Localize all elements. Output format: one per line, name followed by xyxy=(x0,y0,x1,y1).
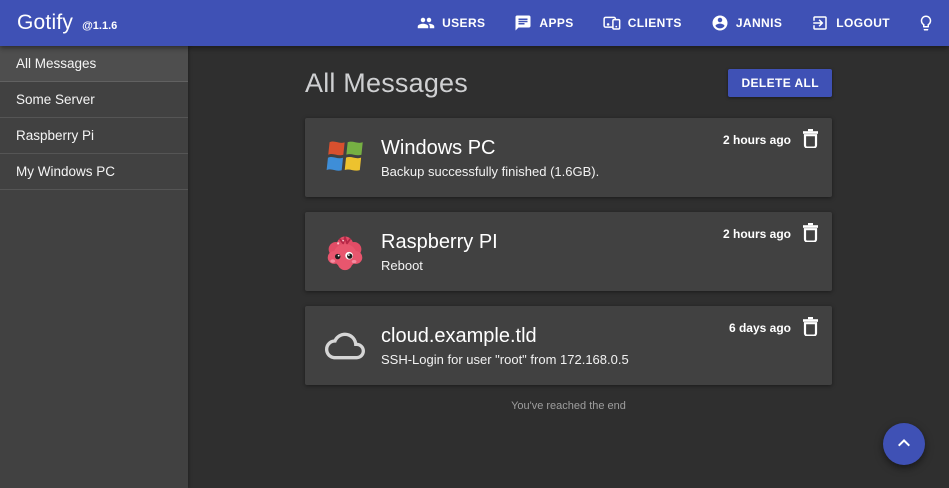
nav-users-label: USERS xyxy=(442,16,485,30)
sidebar: All Messages Some Server Raspberry Pi My… xyxy=(0,46,188,488)
windows-logo-icon xyxy=(325,138,365,178)
message-card-windows-pc: Windows PC Backup successfully finished … xyxy=(305,118,832,197)
sidebar-item-all-messages[interactable]: All Messages xyxy=(0,46,188,82)
cloud-icon xyxy=(325,326,365,366)
message-body: Backup successfully finished (1.6GB). xyxy=(381,163,599,180)
nav-clients-button[interactable]: CLIENTS xyxy=(603,14,682,32)
nav-clients-label: CLIENTS xyxy=(628,16,682,30)
message-body: Reboot xyxy=(381,257,498,274)
brand: Gotify @1.1.6 xyxy=(17,11,117,35)
sidebar-item-label: Some Server xyxy=(16,92,95,107)
app-version: @1.1.6 xyxy=(82,20,117,32)
users-icon xyxy=(417,14,435,32)
message-timestamp: 2 hours ago xyxy=(723,225,791,243)
account-circle-icon xyxy=(711,14,729,32)
chevron-up-icon xyxy=(892,431,916,458)
message-app-title: Windows PC xyxy=(381,135,599,161)
top-navigation: USERS APPS CLIENTS xyxy=(417,14,890,32)
trash-icon xyxy=(802,223,819,245)
gotify-app: Gotify @1.1.6 USERS APPS xyxy=(0,0,949,488)
delete-message-button[interactable] xyxy=(802,129,819,151)
apps-chat-icon xyxy=(514,14,532,32)
app-title: Gotify xyxy=(17,11,73,35)
delete-message-button[interactable] xyxy=(802,317,819,339)
message-timestamp: 2 hours ago xyxy=(723,131,791,149)
sidebar-item-label: Raspberry Pi xyxy=(16,128,94,143)
message-card-raspberry-pi: Raspberry PI Reboot 2 hours ago xyxy=(305,212,832,291)
top-app-bar: Gotify @1.1.6 USERS APPS xyxy=(0,0,949,46)
message-body: SSH-Login for user "root" from 172.168.0… xyxy=(381,351,629,368)
main-content: All Messages DELETE ALL W xyxy=(188,46,949,488)
message-app-title: Raspberry PI xyxy=(381,229,498,255)
logout-icon xyxy=(811,14,829,32)
raspberry-icon xyxy=(325,232,365,272)
sidebar-item-some-server[interactable]: Some Server xyxy=(0,82,188,118)
nav-logout-label: LOGOUT xyxy=(836,16,890,30)
message-card-cloud: cloud.example.tld SSH-Login for user "ro… xyxy=(305,306,832,385)
nav-username-label: JANNIS xyxy=(736,16,782,30)
trash-icon xyxy=(802,317,819,339)
sidebar-item-raspberry-pi[interactable]: Raspberry Pi xyxy=(0,118,188,154)
message-app-title: cloud.example.tld xyxy=(381,323,629,349)
delete-all-button[interactable]: DELETE ALL xyxy=(728,69,832,97)
sidebar-item-label: My Windows PC xyxy=(16,164,115,179)
theme-toggle-button[interactable] xyxy=(917,14,935,32)
trash-icon xyxy=(802,129,819,151)
message-timestamp: 6 days ago xyxy=(729,319,791,337)
page-header: All Messages DELETE ALL xyxy=(305,60,832,106)
nav-apps-button[interactable]: APPS xyxy=(514,14,573,32)
nav-logout-button[interactable]: LOGOUT xyxy=(811,14,890,32)
clients-devices-icon xyxy=(603,14,621,32)
nav-apps-label: APPS xyxy=(539,16,573,30)
sidebar-item-label: All Messages xyxy=(16,56,96,71)
nav-user-account-button[interactable]: JANNIS xyxy=(711,14,782,32)
delete-message-button[interactable] xyxy=(802,223,819,245)
scroll-to-top-button[interactable] xyxy=(883,423,925,465)
lightbulb-icon xyxy=(917,14,935,32)
sidebar-item-my-windows-pc[interactable]: My Windows PC xyxy=(0,154,188,190)
page-title: All Messages xyxy=(305,68,468,99)
end-of-list-text: You've reached the end xyxy=(305,400,832,412)
nav-users-button[interactable]: USERS xyxy=(417,14,485,32)
